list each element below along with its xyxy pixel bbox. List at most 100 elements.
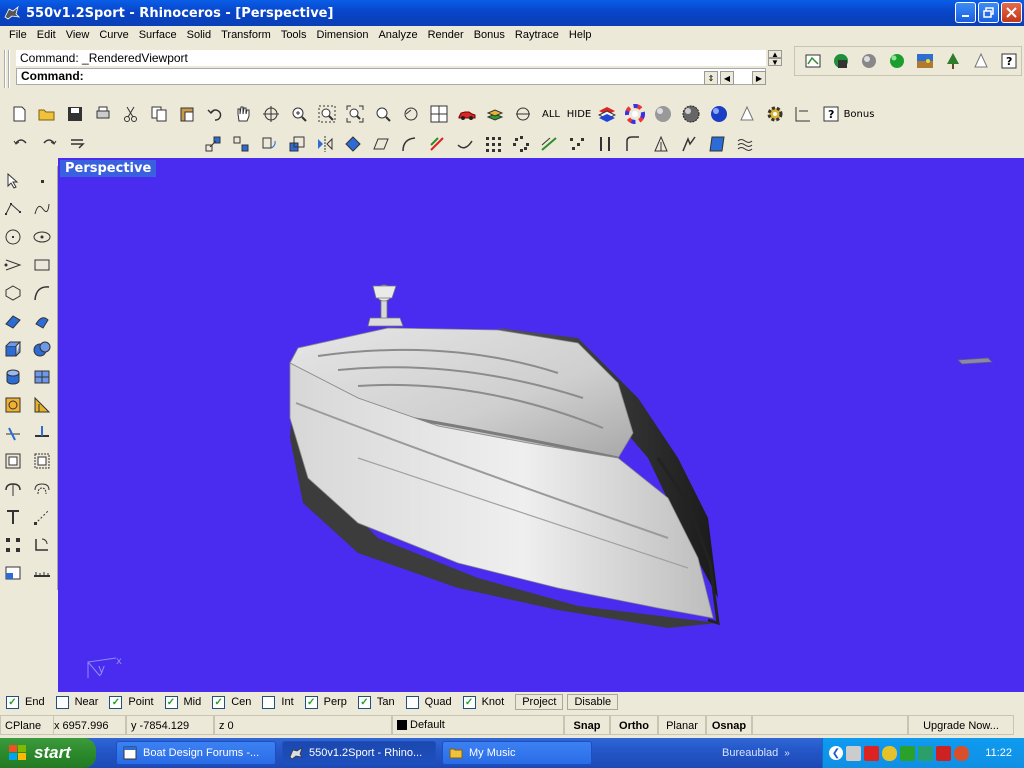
twist-icon[interactable] xyxy=(424,131,450,157)
select-all-icon[interactable] xyxy=(510,101,536,127)
arc-icon[interactable] xyxy=(0,252,26,278)
select-all-text-button[interactable]: ALL xyxy=(538,101,564,127)
menu-bonus[interactable]: Bonus xyxy=(469,29,510,41)
fillet-icon[interactable] xyxy=(0,476,26,502)
perspective-viewport[interactable]: Perspective y x xyxy=(58,158,1024,692)
menu-edit[interactable]: Edit xyxy=(32,29,61,41)
copy-icon[interactable] xyxy=(146,101,172,127)
osnap-mid-checkbox[interactable]: ✓ xyxy=(164,695,178,709)
ruler-icon[interactable] xyxy=(29,560,55,586)
menu-render[interactable]: Render xyxy=(423,29,469,41)
pan-hand-icon[interactable] xyxy=(230,101,256,127)
help-icon[interactable]: ? xyxy=(818,101,844,127)
menu-help[interactable]: Help xyxy=(564,29,597,41)
people-icon[interactable] xyxy=(900,745,915,761)
settings-gear-icon[interactable] xyxy=(762,101,788,127)
orient-icon[interactable] xyxy=(340,131,366,157)
repeat-icon[interactable] xyxy=(64,131,90,157)
security-check-icon[interactable] xyxy=(882,745,897,761)
polyline-icon[interactable] xyxy=(0,196,26,222)
osnap-tan[interactable]: ✓ Tan xyxy=(357,695,395,709)
select-arrow-icon[interactable] xyxy=(0,168,26,194)
osnap-point[interactable]: ✓ Point xyxy=(109,695,154,709)
four-viewports-icon[interactable] xyxy=(426,101,452,127)
split-icon[interactable] xyxy=(29,420,55,446)
antivirus-shield-icon[interactable] xyxy=(864,745,879,761)
command-left-arrow-icon[interactable]: ◀ xyxy=(720,71,734,85)
boolean-union-icon[interactable] xyxy=(29,336,55,362)
menu-transform[interactable]: Transform xyxy=(216,29,276,41)
cage-icon[interactable] xyxy=(704,131,730,157)
menu-dimension[interactable]: Dimension xyxy=(312,29,374,41)
osnap-quad-checkbox[interactable] xyxy=(405,695,419,709)
wave-icon[interactable] xyxy=(732,131,758,157)
copy-object-icon[interactable] xyxy=(228,131,254,157)
volume-icon[interactable] xyxy=(954,745,969,761)
color-wheel-icon[interactable] xyxy=(622,101,648,127)
layer-selector[interactable]: Default xyxy=(392,715,564,735)
undo-arrow-icon[interactable] xyxy=(8,131,34,157)
layers-icon[interactable] xyxy=(482,101,508,127)
cplane-label[interactable]: CPlane xyxy=(0,715,54,735)
move-icon[interactable] xyxy=(200,131,226,157)
osnap-int[interactable]: Int xyxy=(262,695,294,709)
render-icon[interactable] xyxy=(885,48,909,74)
light-cone-icon[interactable] xyxy=(734,101,760,127)
osnap-knot-checkbox[interactable]: ✓ xyxy=(462,695,476,709)
print-icon[interactable] xyxy=(90,101,116,127)
rotate-icon[interactable] xyxy=(256,131,282,157)
menu-surface[interactable]: Surface xyxy=(134,29,182,41)
text-icon[interactable] xyxy=(0,504,26,530)
scatter-icon[interactable] xyxy=(564,131,590,157)
project-button[interactable]: Project xyxy=(515,694,564,710)
menu-raytrace[interactable]: Raytrace xyxy=(510,29,564,41)
taper-icon[interactable] xyxy=(452,131,478,157)
tray-collapse-icon[interactable]: ❮ xyxy=(829,746,843,760)
osnap-end-checkbox[interactable]: ✓ xyxy=(6,695,19,709)
rendered-sphere-icon[interactable] xyxy=(678,101,704,127)
circle-icon[interactable] xyxy=(0,224,26,250)
menu-tools[interactable]: Tools xyxy=(276,29,312,41)
free-arc-icon[interactable] xyxy=(29,280,55,306)
command-input[interactable]: Command: xyxy=(16,68,766,85)
mirror-icon[interactable] xyxy=(312,131,338,157)
polar-array-icon[interactable] xyxy=(508,131,534,157)
system-clock[interactable]: 11:22 xyxy=(985,747,1012,759)
disable-button[interactable]: Disable xyxy=(567,694,619,710)
layer-stack-icon[interactable] xyxy=(594,101,620,127)
alert-icon[interactable] xyxy=(936,745,951,761)
osnap-cen[interactable]: ✓ Cen xyxy=(212,695,251,709)
bonus-text-button[interactable]: Bonus xyxy=(844,101,875,127)
task-boat-design-forums[interactable]: Boat Design Forums -... xyxy=(116,741,276,765)
extend-icon[interactable] xyxy=(29,504,55,530)
restore-button[interactable] xyxy=(978,2,999,23)
rhino-app-icon[interactable] xyxy=(4,5,21,21)
desktop-toolbar[interactable]: Bureaublad » xyxy=(722,738,790,768)
osnap-tan-checkbox[interactable]: ✓ xyxy=(357,695,371,709)
dimension-icon[interactable] xyxy=(790,101,816,127)
environment-icon[interactable] xyxy=(913,48,937,74)
new-file-icon[interactable] xyxy=(6,101,32,127)
chevron-right-icon[interactable]: » xyxy=(784,748,790,759)
curve-control-points-icon[interactable] xyxy=(29,196,55,222)
rotate-view-icon[interactable] xyxy=(258,101,284,127)
osnap-end[interactable]: ✓ End xyxy=(6,695,45,709)
rectangle-icon[interactable] xyxy=(29,252,55,278)
zoom-dynamic-icon[interactable] xyxy=(286,101,312,127)
revolve-icon[interactable] xyxy=(29,308,55,334)
shaded-sphere-icon[interactable] xyxy=(650,101,676,127)
cut-icon[interactable] xyxy=(118,101,144,127)
mesh-icon[interactable] xyxy=(29,364,55,390)
osnap-cen-checkbox[interactable]: ✓ xyxy=(212,695,226,709)
command-spin-icon[interactable]: ⇕ xyxy=(704,71,718,85)
analyze-icon[interactable] xyxy=(29,392,55,418)
redo-arrow-icon[interactable] xyxy=(36,131,62,157)
osnap-toggle[interactable]: Osnap xyxy=(706,715,752,735)
osnap-perp[interactable]: ✓ Perp xyxy=(304,695,347,709)
undo-icon[interactable] xyxy=(202,101,228,127)
blue-sphere-icon[interactable] xyxy=(706,101,732,127)
menu-solid[interactable]: Solid xyxy=(182,29,216,41)
save-render-icon[interactable] xyxy=(829,48,853,74)
surface-from-points-icon[interactable] xyxy=(0,308,26,334)
shear-icon[interactable] xyxy=(368,131,394,157)
